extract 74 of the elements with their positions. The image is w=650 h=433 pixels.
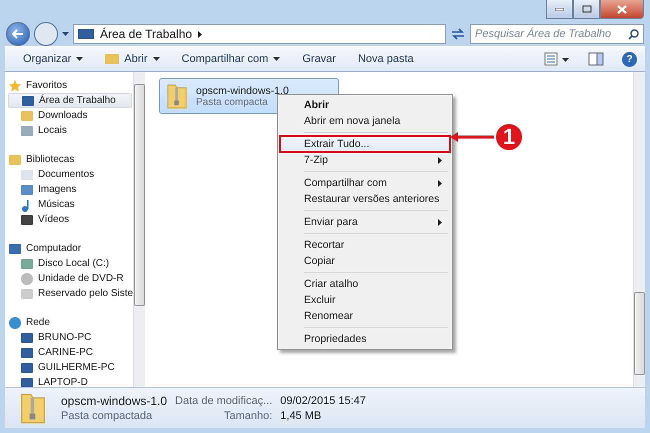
sidebar-item[interactable]: Locais — [8, 123, 132, 138]
toolbar-button[interactable]: Compartilhar com — [172, 50, 290, 68]
close-button[interactable] — [600, 0, 644, 19]
menu-item[interactable]: Restaurar versões anteriores — [280, 191, 450, 207]
view-options-icon[interactable] — [544, 52, 570, 66]
sidebar-item[interactable]: Downloads — [8, 108, 132, 123]
preview-pane-icon[interactable] — [588, 52, 604, 66]
sidebar-group[interactable]: Computador — [8, 241, 133, 256]
file-name: opscm-windows-1.0 — [196, 84, 289, 96]
sidebar-item[interactable]: Imagens — [8, 182, 132, 197]
caret-icon — [273, 57, 280, 61]
sidebar-group[interactable]: Favoritos — [8, 78, 133, 93]
file-type: Pasta compacta — [196, 96, 269, 108]
sidebar-item[interactable]: Disco Local (C:) — [8, 256, 132, 271]
menu-item[interactable]: Extrair Tudo... — [280, 136, 450, 152]
zip-folder-icon — [166, 82, 188, 110]
scrollbar[interactable] — [633, 72, 645, 387]
help-button[interactable]: ? — [622, 52, 637, 66]
sidebar-group[interactable]: Rede — [8, 315, 133, 330]
toolbar-button[interactable]: Abrir — [95, 50, 170, 68]
menu-item[interactable]: Propriedades — [280, 331, 450, 347]
minimize-button[interactable] — [546, 0, 573, 19]
toolbar-button[interactable]: Nova pasta — [348, 50, 424, 68]
search-field[interactable]: Pesquisar Área de Trabalho — [470, 24, 644, 44]
folder-icon — [105, 53, 120, 65]
close-icon — [617, 4, 627, 14]
sidebar-item[interactable]: Vídeos — [8, 212, 132, 227]
address-text: Área de Trabalho — [100, 27, 192, 41]
menu-item[interactable]: Criar atalho — [280, 276, 450, 292]
sidebar-item[interactable]: Reservado pelo Siste — [8, 286, 132, 301]
menu-item[interactable]: Renomear — [280, 308, 450, 324]
sidebar-item[interactable]: Área de Trabalho — [8, 93, 132, 108]
size-value: 1,45 MB — [280, 410, 322, 422]
step-badge: 1 — [494, 122, 524, 152]
search-icon — [628, 28, 639, 40]
file-name: opscm-windows-1.0 — [61, 394, 168, 408]
date-label: Data de modificaç... — [175, 395, 272, 407]
menu-item[interactable]: Enviar para — [280, 214, 450, 230]
date-value: 09/02/2015 15:47 — [280, 395, 366, 407]
address-field[interactable]: Área de Trabalho — [73, 24, 446, 44]
sidebar-item[interactable]: BRUNO-PC — [8, 330, 132, 345]
caret-icon — [76, 57, 84, 61]
sidebar-item[interactable]: Unidade de DVD-R — [8, 271, 132, 286]
sidebar-item[interactable]: CARINE-PC — [8, 345, 132, 360]
menu-item[interactable]: Excluir — [280, 292, 450, 308]
caret-icon — [152, 57, 160, 61]
chevron-icon — [198, 30, 202, 38]
refresh-icon[interactable] — [450, 27, 466, 41]
back-button[interactable] — [6, 22, 30, 46]
menu-item[interactable]: Copiar — [280, 253, 450, 269]
sidebar-item[interactable]: Músicas — [8, 197, 132, 212]
zip-folder-icon — [19, 391, 47, 425]
sidebar-item[interactable]: Documentos — [8, 167, 132, 182]
sidebar-item[interactable]: LAPTOP-D — [8, 375, 132, 387]
arrow-left-icon — [12, 29, 24, 39]
size-label: Tamanho: — [222, 410, 272, 422]
star-icon — [8, 78, 22, 92]
forward-button[interactable] — [34, 22, 58, 46]
toolbar-button[interactable]: Gravar — [292, 50, 346, 68]
arrow-icon — [450, 132, 494, 142]
menu-item[interactable]: 7-Zip — [280, 152, 450, 168]
menu-item[interactable]: Abrir em nova janela — [280, 113, 450, 129]
scrollbar[interactable] — [133, 72, 145, 387]
menu-item[interactable]: Recortar — [280, 237, 450, 253]
menu-item[interactable]: Compartilhar com — [280, 175, 450, 191]
file-type: Pasta compactada — [61, 410, 154, 422]
maximize-button[interactable] — [573, 0, 600, 19]
minimize-icon — [555, 8, 564, 10]
sidebar-item[interactable]: GUILHERME-PC — [8, 360, 132, 375]
toolbar-button[interactable]: Organizar — [13, 50, 94, 68]
dropdown-arrow-icon[interactable] — [62, 32, 69, 36]
sidebar-group[interactable]: Bibliotecas — [8, 152, 133, 167]
maximize-icon — [582, 5, 592, 13]
folder-icon — [20, 108, 34, 122]
